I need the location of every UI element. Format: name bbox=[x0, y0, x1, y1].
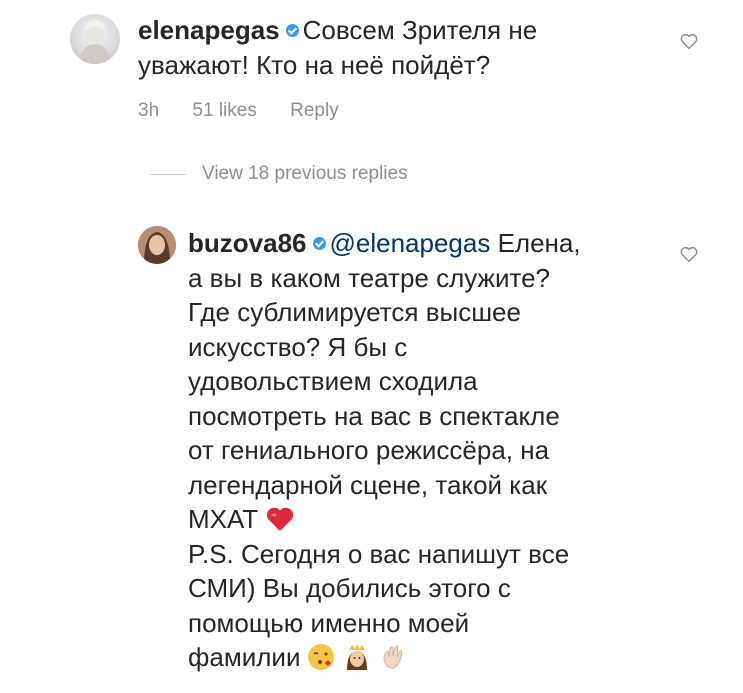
view-previous-replies[interactable]: View 18 previous replies bbox=[150, 163, 408, 185]
kissing-face-emoji bbox=[308, 644, 335, 670]
avatar-image bbox=[78, 20, 112, 64]
avatar-buzova86[interactable] bbox=[138, 226, 176, 264]
verified-badge-icon bbox=[312, 237, 326, 250]
comment-meta: 3h 51 likes Reply bbox=[138, 100, 367, 122]
princess-emoji bbox=[347, 644, 368, 670]
waving-hand-emoji bbox=[384, 645, 403, 669]
comment-line: buzova86 @elenapegas Елена, bbox=[188, 226, 658, 261]
username-elenapegas[interactable]: elenapegas bbox=[138, 15, 280, 45]
divider-line bbox=[150, 173, 186, 175]
reply-button[interactable]: Reply bbox=[290, 100, 339, 121]
comment-likes[interactable]: 51 likes bbox=[192, 100, 256, 121]
verified-badge-icon bbox=[285, 24, 299, 37]
comment-line: помощью именно моей bbox=[188, 607, 470, 638]
avatar-image bbox=[138, 226, 176, 264]
comment-buzova86-text: buzova86 @elenapegas Елена, а вы в каком … bbox=[188, 226, 658, 675]
heart-outline-icon[interactable] bbox=[678, 30, 700, 52]
comment-line: фамилии bbox=[188, 640, 658, 675]
comment-line: от гениального режиссёра, на bbox=[188, 435, 550, 465]
comment-line-text: Елена, bbox=[490, 228, 581, 258]
comment-line: искусство? Я бы с bbox=[188, 331, 408, 362]
comment-line: P.S. Сегодня о вас напишут все bbox=[188, 538, 570, 569]
comment-line: МХАТ bbox=[188, 502, 658, 537]
comment-line: а вы в каком театре служите? bbox=[188, 262, 551, 293]
comment-line: СМИ) Вы добились этого с bbox=[188, 573, 511, 603]
heart-outline-icon[interactable] bbox=[678, 243, 700, 265]
view-replies-label: View 18 previous replies bbox=[202, 163, 408, 184]
mention-link[interactable]: @elenapegas bbox=[330, 228, 491, 258]
mhat-text: МХАТ bbox=[188, 504, 259, 534]
avatar-elenapegas[interactable] bbox=[70, 14, 120, 64]
comment-time: 3h bbox=[138, 100, 160, 121]
last-line-text: фамилии bbox=[188, 642, 301, 672]
comment-line: удовольствием сходила bbox=[188, 366, 478, 396]
red-heart-emoji bbox=[267, 507, 294, 531]
comment-line: легендарной сцене, такой как bbox=[188, 469, 548, 500]
comment-line: Где сублимируется высшее bbox=[188, 297, 521, 327]
comment-elenapegas-text: elenapegas Совсем Зрителя не уважают! Кто… bbox=[138, 13, 608, 82]
username-buzova86[interactable]: buzova86 bbox=[188, 228, 307, 258]
comment-line: посмотреть на вас в спектакле bbox=[188, 400, 560, 431]
